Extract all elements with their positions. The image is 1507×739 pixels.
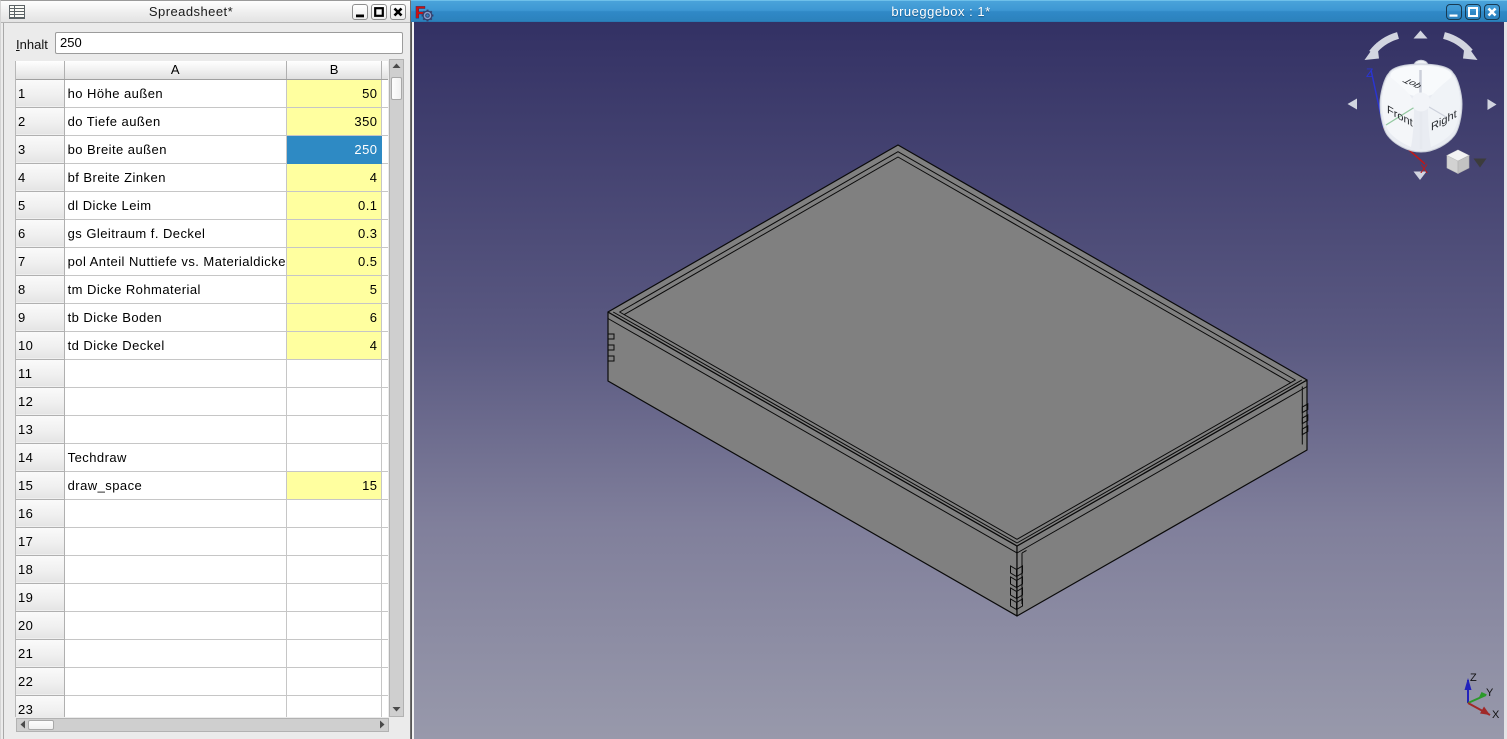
svg-text:Z: Z xyxy=(1366,66,1373,80)
svg-text:Y: Y xyxy=(1486,687,1494,699)
svg-text:X: X xyxy=(1420,162,1428,176)
svg-text:X: X xyxy=(1492,709,1500,721)
svg-text:Z: Z xyxy=(1470,672,1477,684)
